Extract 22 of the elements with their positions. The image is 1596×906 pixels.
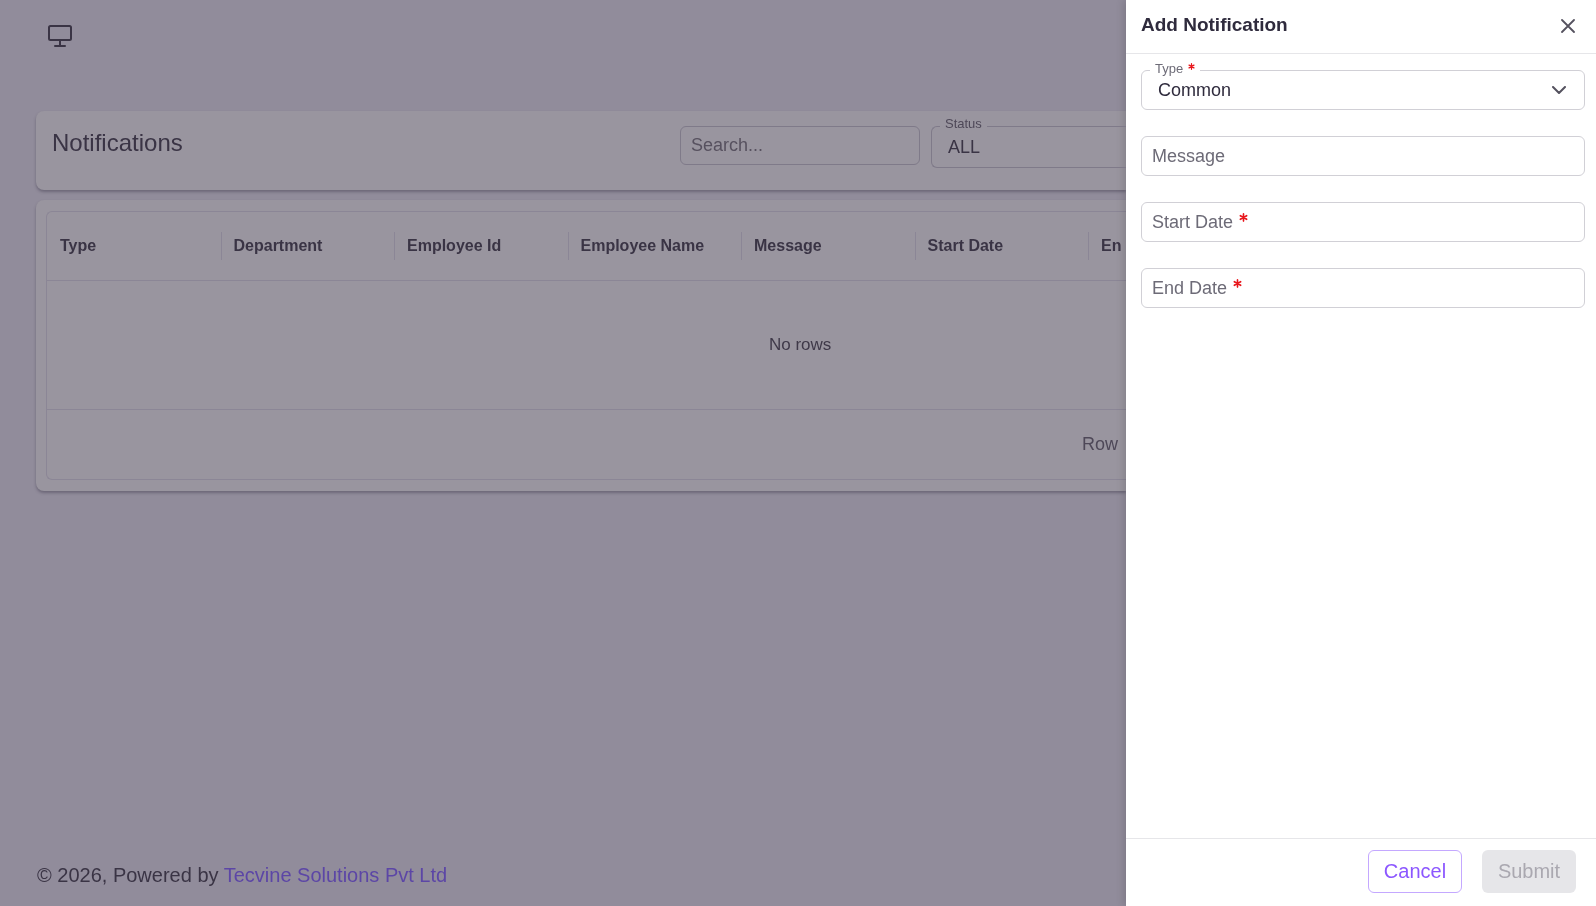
column-header[interactable]: Message [741, 212, 915, 280]
search-field[interactable]: Search... [680, 126, 920, 165]
date-field[interactable]: Start Date [1141, 202, 1585, 242]
chevron-down-icon [1552, 86, 1566, 94]
close-icon [1561, 19, 1575, 33]
column-header[interactable]: Department [220, 212, 394, 280]
drawer-title: Add Notification [1141, 13, 1288, 36]
close-button[interactable] [1558, 16, 1578, 36]
input-field[interactable]: Message [1141, 136, 1585, 176]
column-header[interactable]: En [1088, 212, 1126, 280]
copyright-text: © 2026, Powered by Tecvine Solutions Pvt Ltd [37, 863, 448, 887]
empty-message: No rows [769, 335, 832, 355]
column-header[interactable]: Type [47, 212, 221, 280]
monitor-icon[interactable] [48, 25, 72, 47]
cancel-button[interactable]: Cancel [1368, 850, 1462, 893]
column-header[interactable]: Employee Id [394, 212, 568, 280]
company-link[interactable]: Tecvine Solutions Pvt Ltd [223, 864, 448, 886]
page-title: Notifications [52, 129, 183, 157]
column-header[interactable]: Start Date [914, 212, 1088, 280]
date-field[interactable]: End Date [1141, 268, 1585, 308]
rows-per-page-label: Row [1082, 434, 1118, 455]
column-header[interactable]: Employee Name [567, 212, 741, 280]
